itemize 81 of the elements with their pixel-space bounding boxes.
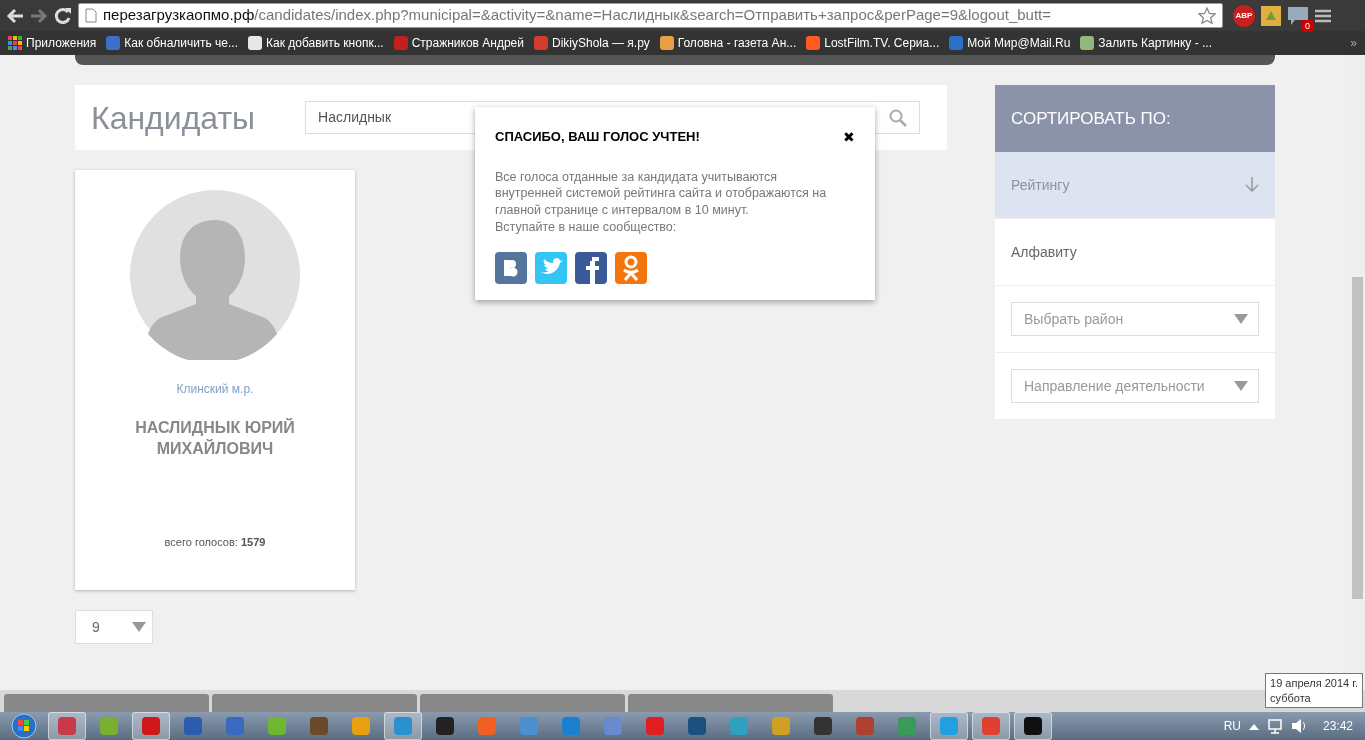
app-icon [352,717,370,735]
app-icon [604,717,622,735]
bookmark[interactable]: Залить Картинку - ... [1080,34,1212,52]
language-indicator[interactable]: RU [1223,717,1241,735]
bookmark[interactable]: LostFilm.TV. Сериа... [806,34,940,52]
search-icon[interactable] [889,108,908,127]
url-text: перезагрузкаопмо.рф/candidates/index.php?municipal=&activity=&name=Наслиднык&search=Отправить+запрос&perPage=9&logout_butt= [103,5,1053,26]
bookmark[interactable]: Мой Мир@Mail.Ru [949,34,1071,52]
star-icon[interactable] [1198,6,1216,25]
bookmark-favicon-icon [949,36,964,50]
arrow-down-icon [1245,177,1259,193]
app-icon [856,717,874,735]
bookmark[interactable]: Как обналичить че... [106,34,238,52]
facebook-icon[interactable] [575,252,607,284]
bird-icon[interactable] [535,252,567,284]
person-icon[interactable] [615,252,647,284]
app-icon [730,717,748,735]
vk-share-icon[interactable] [495,252,527,284]
app-icon [436,717,454,735]
network-icon[interactable] [1266,718,1283,734]
bookmark-favicon-icon [533,36,548,50]
address-bar[interactable]: перезагрузкаопмо.рф/candidates/index.php?municipal=&activity=&name=Наслиднык&search=Отправить+запрос&perPage=9&logout_butt= [78,3,1223,28]
app-icon [646,717,664,735]
start-orb-icon[interactable] [11,713,37,739]
app-icon [520,717,538,735]
bookmark[interactable]: Стражников Андрей [393,34,524,52]
page-title: Кандидаты [91,98,256,138]
vote-count: всего голосов: 1579 [164,534,266,550]
app-icon [982,717,1000,735]
back-icon[interactable] [6,7,24,24]
candidate-name[interactable]: НАСЛИДНЫК ЮРИЙ МИХАЙЛОВИЧ [115,418,315,460]
clock[interactable]: 23:42 [1322,717,1353,735]
taskbar-app-button[interactable] [1014,712,1052,740]
app-icon [226,717,244,735]
volume-icon[interactable] [1290,718,1307,734]
sort-option[interactable]: Алфавиту [995,219,1275,286]
app-icon [814,717,832,735]
bookmark[interactable]: Головна - газета Ан... [659,34,797,52]
app-icon [184,717,202,735]
app-icon [310,717,328,735]
forward-icon[interactable] [30,7,48,24]
speech-bubble-icon[interactable] [1287,6,1309,27]
app-icon [940,717,958,735]
app-icon [58,717,76,735]
candidate-card[interactable]: Клинский м.р. НАСЛИДНЫК ЮРИЙ МИХАЙЛОВИЧ всего голосов: 1579 [75,170,355,590]
bookmark[interactable]: Как добавить кнопк... [248,34,384,52]
app-icon [688,717,706,735]
date-tooltip: 19 апреля 2014 г. суббота [1265,673,1363,708]
bookmark-favicon-icon [248,36,262,50]
app-icon [1024,717,1042,735]
app-icon [562,717,580,735]
dialog-message: Все голоса отданные за кандидата учитываются внутренней системой рейтинга сайта и отображаются на главной странице с интервалом в 10 минут. [495,168,828,220]
dropdown-triangle-icon [1234,314,1248,324]
show-hidden-icons[interactable] [1248,722,1259,730]
per-page-select[interactable]: 9 [75,610,153,644]
page-icon [85,8,97,23]
scrollbar-thumb[interactable] [1352,277,1363,599]
menu-icon[interactable] [1315,8,1331,23]
app-icon [394,717,412,735]
bookmark-favicon-icon [1080,36,1095,50]
grid-icon [8,36,22,50]
community-invite: Вступайте в наше сообщество: [495,219,678,236]
bookmark-favicon-icon [393,36,408,50]
dropdown-triangle-icon [132,622,146,632]
app-icon [142,717,160,735]
more-bookmarks-chevron[interactable]: » [1350,34,1357,52]
reload-icon[interactable] [54,6,72,25]
extension-icon[interactable] [1261,5,1281,26]
bookmark-favicon-icon [106,36,121,50]
app-icon [100,717,118,735]
sort-header: СОРТИРОВАТЬ ПО: [995,85,1275,152]
abp-extension-button[interactable]: ABP [1233,4,1255,27]
app-icon [898,717,916,735]
bookmark-favicon-icon [806,36,821,50]
app-icon [268,717,286,735]
apps-shortcut[interactable]: Приложения [8,34,97,52]
dropdown-triangle-icon [1234,381,1248,391]
bookmark[interactable]: DikiyShola — я.ру [533,34,650,52]
app-icon [772,717,790,735]
bookmark-favicon-icon [659,36,674,50]
app-icon [478,717,496,735]
